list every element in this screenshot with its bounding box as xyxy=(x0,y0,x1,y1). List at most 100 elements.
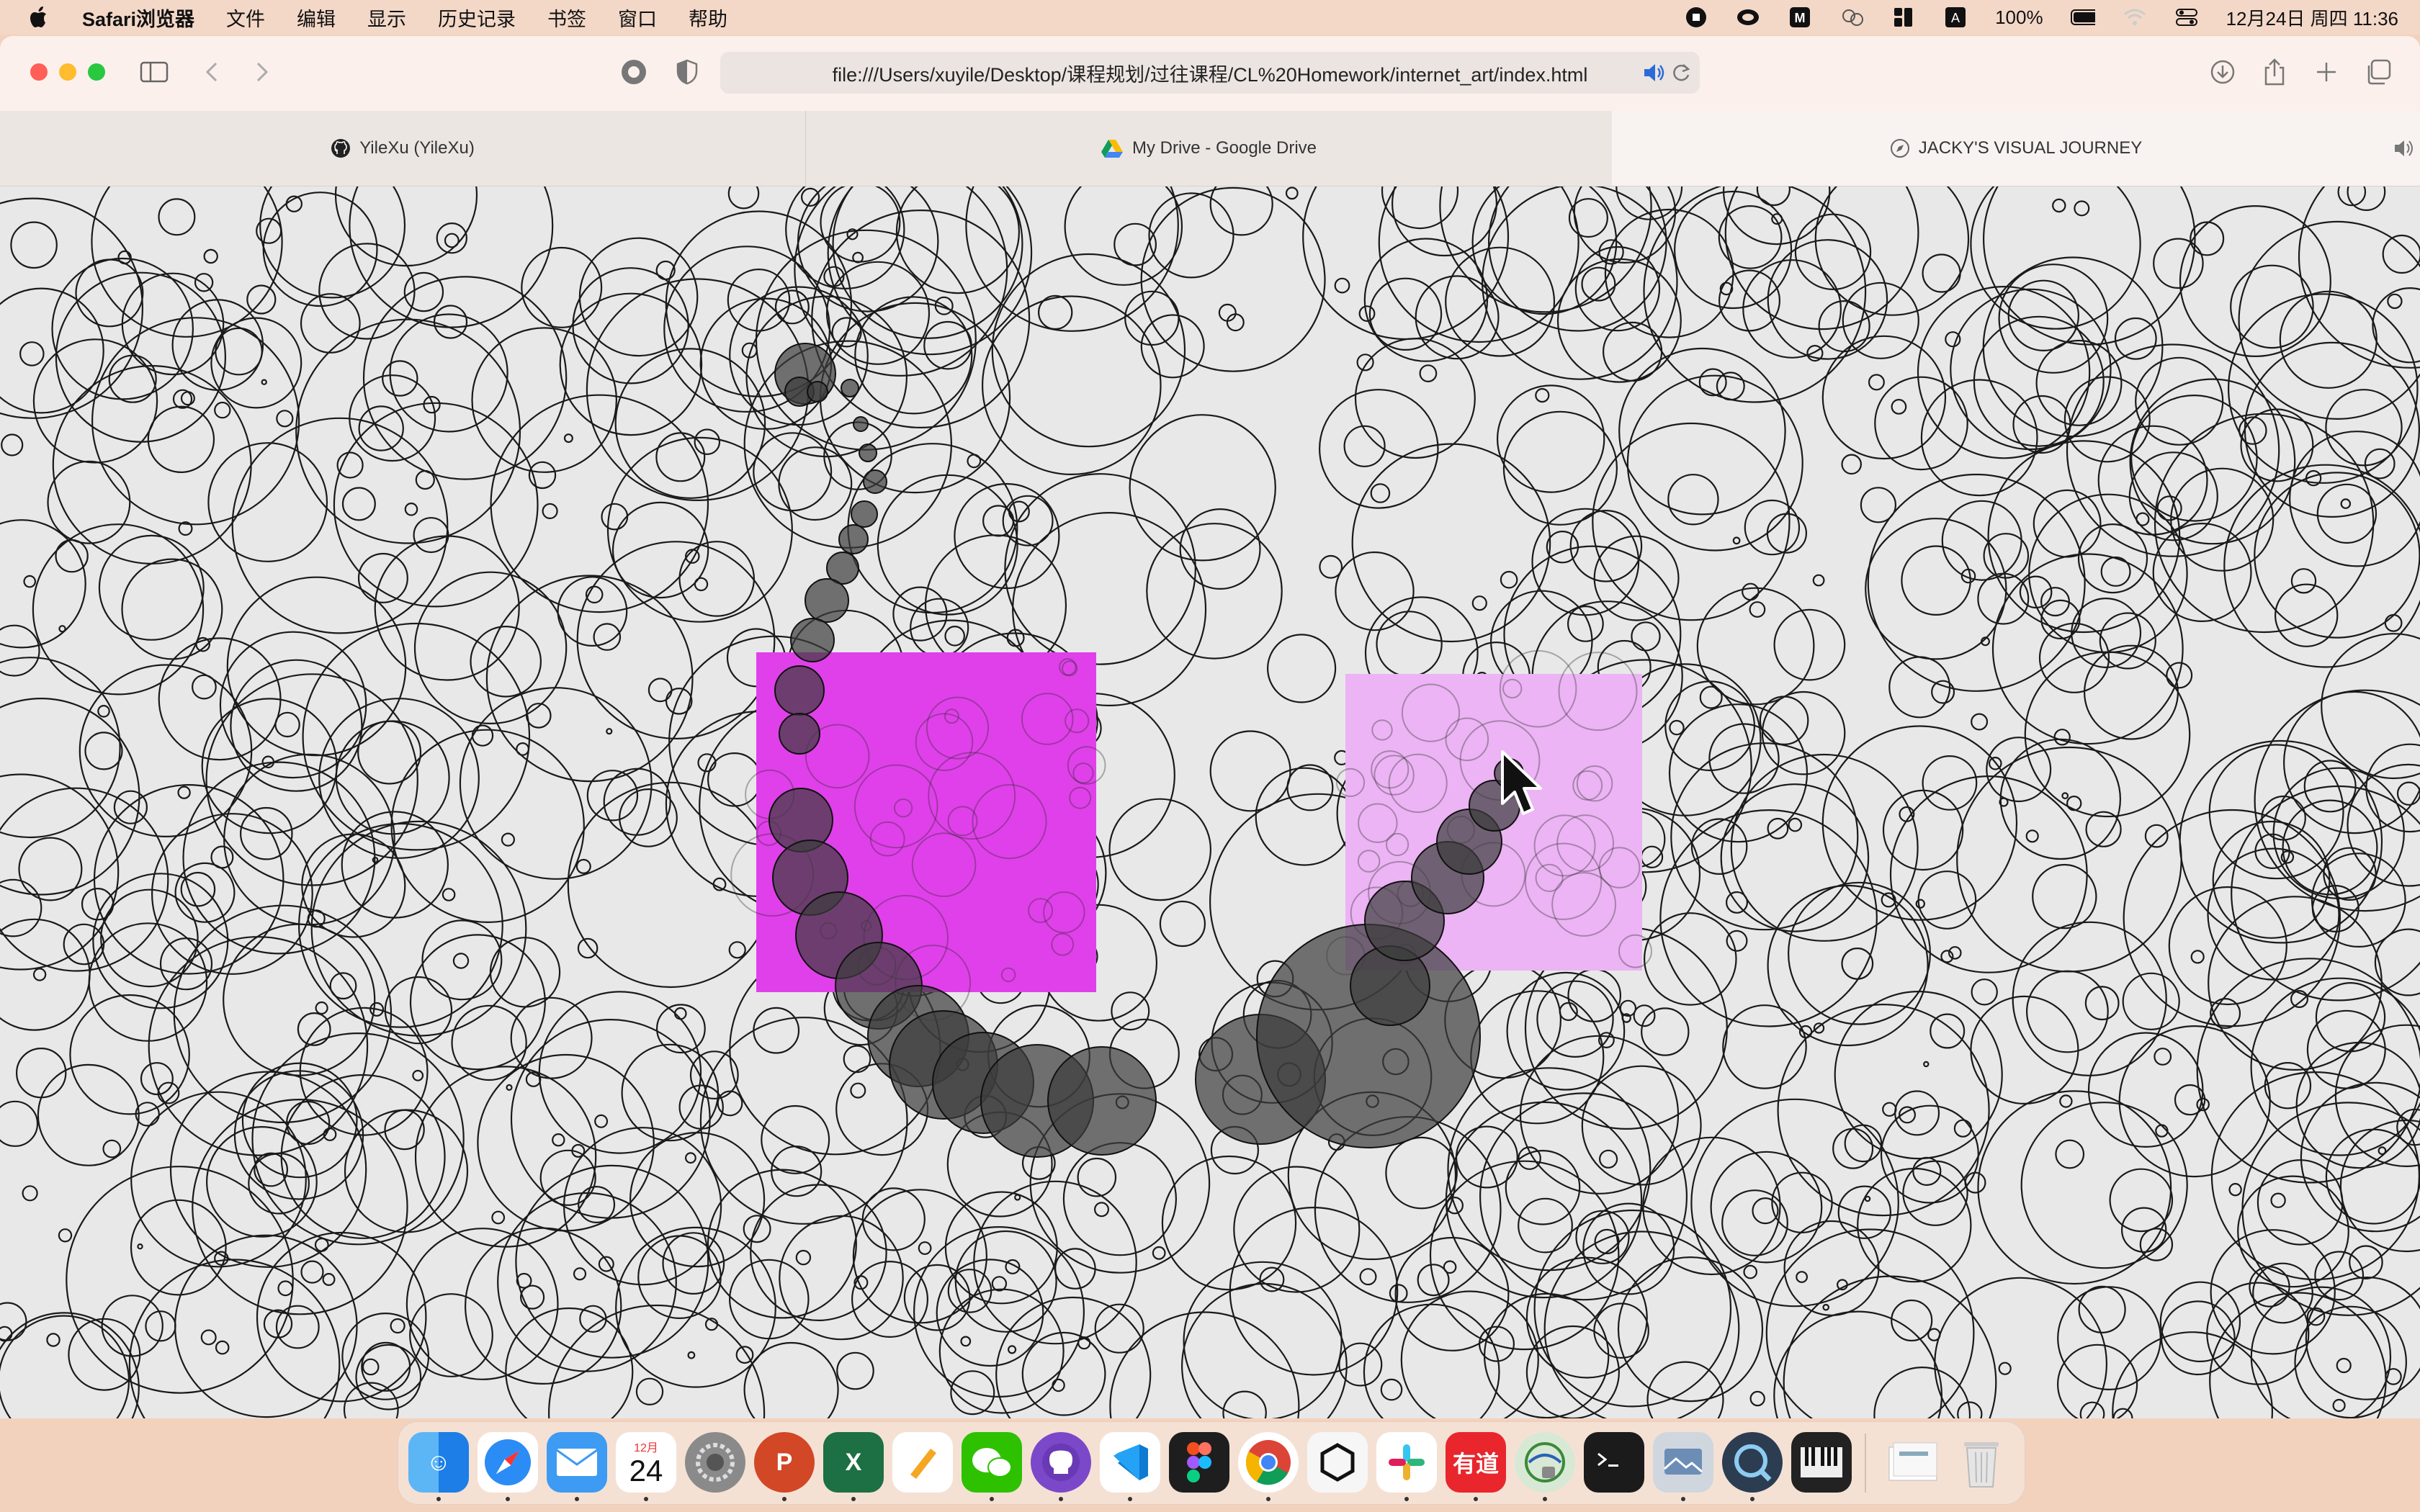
outline-circle xyxy=(673,1007,687,1020)
outline-circle xyxy=(300,1260,324,1284)
weather-icon[interactable] xyxy=(1839,6,1864,28)
outline-circle xyxy=(2118,1025,2271,1178)
outline-circle xyxy=(2159,1281,2241,1363)
outline-circle xyxy=(1930,1013,1966,1049)
audio-playing-icon[interactable] xyxy=(1642,62,1665,89)
privacy-shield-icon[interactable] xyxy=(671,56,703,88)
outline-circle xyxy=(1599,1149,1618,1169)
outline-circle xyxy=(2295,1041,2420,1169)
reload-icon[interactable] xyxy=(1671,62,1691,89)
menu-edit[interactable]: 编辑 xyxy=(297,4,336,32)
outline-circle xyxy=(1255,767,1354,866)
quicktime-icon[interactable] xyxy=(1722,1432,1783,1493)
wechat-icon[interactable] xyxy=(962,1432,1022,1493)
outline-circle xyxy=(538,991,702,1154)
outline-circle xyxy=(210,845,234,869)
creative-cloud-icon[interactable] xyxy=(1736,6,1760,28)
outline-circle xyxy=(1867,473,2086,692)
terminal-icon[interactable] xyxy=(1584,1432,1644,1493)
youdao-label: 有道 xyxy=(1452,1451,1499,1477)
menu-help[interactable]: 帮助 xyxy=(689,4,727,32)
outline-circle xyxy=(1573,161,1677,264)
outline-circle xyxy=(825,261,931,365)
outline-circle xyxy=(2347,172,2386,211)
outline-circle xyxy=(180,391,195,406)
app-name-menu[interactable]: Safari浏览器 xyxy=(82,4,194,32)
powerpoint-icon[interactable]: P xyxy=(754,1432,815,1493)
outline-circle xyxy=(471,724,494,747)
outline-circle xyxy=(960,1336,972,1347)
wifi-icon[interactable] xyxy=(2123,6,2147,28)
outline-circle xyxy=(1788,881,1932,1025)
outline-circle xyxy=(2078,1285,2126,1333)
outline-circle xyxy=(501,832,516,847)
unity-icon[interactable] xyxy=(1307,1432,1368,1493)
piano-app-icon[interactable] xyxy=(1791,1432,1852,1493)
outline-circle xyxy=(1525,1325,1620,1418)
dark-blob xyxy=(1047,1046,1157,1156)
google-drive-icon xyxy=(1101,140,1123,158)
figma-icon[interactable] xyxy=(1169,1432,1229,1493)
system-settings-icon[interactable] xyxy=(685,1432,745,1493)
vscode-icon[interactable] xyxy=(1100,1432,1160,1493)
tab-visual-journey[interactable]: JACKY'S VISUAL JOURNEY xyxy=(1612,111,2420,186)
menu-window[interactable]: 窗口 xyxy=(618,4,657,32)
chrome-icon[interactable] xyxy=(1238,1432,1299,1493)
outline-circle xyxy=(694,577,709,592)
sidebar-toggle-icon[interactable] xyxy=(138,56,170,88)
address-bar[interactable]: file:///Users/xuyile/Desktop/课程规划/过往课程/C… xyxy=(720,52,1700,94)
outline-circle xyxy=(1181,1282,1348,1418)
outline-circle xyxy=(1266,634,1337,703)
generative-art-canvas[interactable] xyxy=(0,100,2420,1418)
zoom-window-button[interactable] xyxy=(88,63,105,81)
mail-icon[interactable] xyxy=(547,1432,607,1493)
tab-overview-icon[interactable] xyxy=(2362,56,2394,88)
tab-github[interactable]: YileXu (YileXu) xyxy=(0,111,806,186)
close-window-button[interactable] xyxy=(30,63,48,81)
record-icon[interactable] xyxy=(1684,6,1708,28)
tab-google-drive[interactable]: My Drive - Google Drive xyxy=(805,111,1613,186)
control-center-icon[interactable] xyxy=(2174,6,2199,28)
github-desktop-icon[interactable] xyxy=(1031,1432,1091,1493)
input-method-icon[interactable]: A xyxy=(1943,6,1968,28)
menu-file[interactable]: 文件 xyxy=(226,4,265,32)
outline-circle xyxy=(0,1315,130,1418)
github-icon xyxy=(331,139,351,158)
widgets-icon[interactable] xyxy=(1891,6,1916,28)
minimize-window-button[interactable] xyxy=(59,63,76,81)
outline-circle xyxy=(389,313,508,433)
m-app-icon[interactable]: M xyxy=(1788,6,1812,28)
back-arrow-icon[interactable] xyxy=(196,56,228,88)
menu-history[interactable]: 历史记录 xyxy=(438,4,516,32)
running-indicator xyxy=(1128,1497,1132,1501)
finder-icon[interactable]: ☺ xyxy=(408,1432,469,1493)
outline-circle xyxy=(2238,220,2420,420)
pages-icon[interactable] xyxy=(892,1432,953,1493)
forward-arrow-icon[interactable] xyxy=(246,56,278,88)
downloads-stack-icon[interactable] xyxy=(1882,1432,1942,1493)
downloads-icon[interactable] xyxy=(2207,56,2238,88)
battery-icon[interactable] xyxy=(2070,6,2095,28)
tab-audio-icon[interactable] xyxy=(2393,138,2414,158)
preview-icon[interactable] xyxy=(1653,1432,1713,1493)
share-icon[interactable] xyxy=(2259,56,2290,88)
calendar-icon[interactable]: 12月 24 xyxy=(616,1432,676,1493)
menu-view[interactable]: 显示 xyxy=(367,4,406,32)
menu-bookmarks[interactable]: 书签 xyxy=(547,4,586,32)
outline-circle xyxy=(2349,1245,2383,1280)
trash-icon[interactable] xyxy=(1951,1432,2012,1493)
network-app-icon[interactable] xyxy=(1515,1432,1575,1493)
extension-icon[interactable] xyxy=(618,56,650,88)
new-tab-plus-icon[interactable] xyxy=(2311,56,2342,88)
url-text[interactable]: file:///Users/xuyile/Desktop/课程规划/过往课程/C… xyxy=(833,59,1588,87)
apple-icon[interactable] xyxy=(29,5,50,30)
outline-circle xyxy=(2032,863,2097,930)
youdao-icon[interactable]: 有道 xyxy=(1446,1432,1506,1493)
slack-icon[interactable] xyxy=(1376,1432,1437,1493)
web-page-canvas[interactable] xyxy=(0,100,2420,1418)
excel-icon[interactable]: X xyxy=(823,1432,884,1493)
safari-icon[interactable] xyxy=(478,1432,538,1493)
dark-blob xyxy=(853,416,869,432)
outline-circle xyxy=(357,720,422,785)
menubar-clock[interactable]: 12月24日 周四 11:36 xyxy=(2226,4,2398,31)
